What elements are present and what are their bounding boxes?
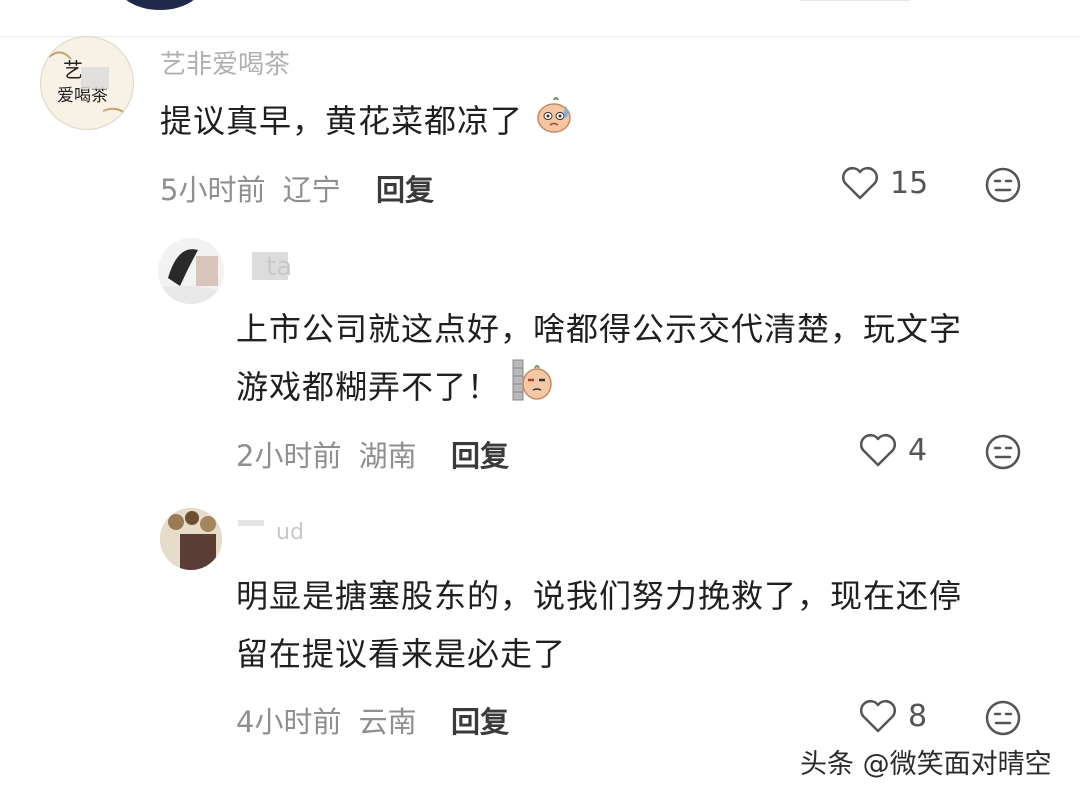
avatar-art <box>158 238 224 304</box>
username[interactable]: ud <box>276 520 304 545</box>
comment-text-content: 游戏都糊弄不了！ <box>236 368 501 406</box>
avatar[interactable] <box>160 508 222 570</box>
avatar-art <box>160 508 222 570</box>
emoji-reaction-icon[interactable] <box>984 433 1022 475</box>
emoji-reaction-icon[interactable] <box>984 166 1022 208</box>
top-avatar[interactable] <box>118 0 202 10</box>
like-count: 15 <box>890 165 929 201</box>
sweat-emoji-sticker <box>534 94 574 152</box>
like-button[interactable]: 15 <box>840 165 928 201</box>
comment-text-line-2: 留在提议看来是必走了 <box>236 635 567 673</box>
like-heart-icon <box>860 434 896 467</box>
comment-location: 云南 <box>358 705 417 739</box>
username-redacted <box>238 520 264 526</box>
like-heart-icon <box>860 700 896 733</box>
username[interactable]: ta <box>266 252 292 282</box>
emoji-reaction-icon[interactable] <box>984 699 1022 741</box>
comment-meta: 4小时前 云南 <box>236 699 417 741</box>
svg-text:艺: 艺 <box>63 58 83 82</box>
comment-text-line: 上市公司就这点好，啥都得公示交代清楚，玩文字 <box>236 310 963 348</box>
comment-meta: 5小时前 辽宁 <box>160 167 341 209</box>
comment-text-content: 提议真早，黄花菜都凉了 <box>160 102 524 140</box>
reply-button[interactable]: 回复 <box>451 699 509 741</box>
like-button[interactable]: 4 <box>858 432 927 468</box>
avatar[interactable]: 艺 爱喝茶 <box>40 36 134 130</box>
reply-button[interactable]: 回复 <box>376 167 434 209</box>
peek-emoji-sticker <box>511 358 553 420</box>
comment-time: 2小时前 <box>236 439 342 473</box>
comment-text: 明显是搪塞股东的，说我们努力挽救了，现在还停 留在提议看来是必走了 <box>236 567 1056 683</box>
avatar-art: 艺 爱喝茶 <box>42 38 132 128</box>
comment-location: 辽宁 <box>282 173 341 207</box>
like-button[interactable]: 8 <box>858 698 927 734</box>
comment-text: 上市公司就这点好，啥都得公示交代清楚，玩文字 游戏都糊弄不了！ <box>236 300 1056 420</box>
top-bar <box>0 0 1080 37</box>
comment-time: 5小时前 <box>160 173 266 207</box>
comment-meta: 2小时前 湖南 <box>236 433 417 475</box>
comment-text-line-2: 游戏都糊弄不了！ <box>236 358 1056 420</box>
comment-text-line: 明显是搪塞股东的，说我们努力挽救了，现在还停 <box>236 577 963 615</box>
comment-time: 4小时前 <box>236 705 342 739</box>
comment-text: 提议真早，黄花菜都凉了 <box>160 92 574 152</box>
like-count: 4 <box>908 432 928 468</box>
watermark: 头条 @微笑面对晴空 <box>800 749 1052 780</box>
comment-location: 湖南 <box>358 439 417 473</box>
top-divider <box>800 0 910 1</box>
like-heart-icon <box>842 167 878 200</box>
username[interactable]: 艺非爱喝茶 <box>160 44 290 81</box>
avatar[interactable] <box>158 238 224 304</box>
like-count: 8 <box>908 698 928 734</box>
reply-button[interactable]: 回复 <box>451 433 509 475</box>
